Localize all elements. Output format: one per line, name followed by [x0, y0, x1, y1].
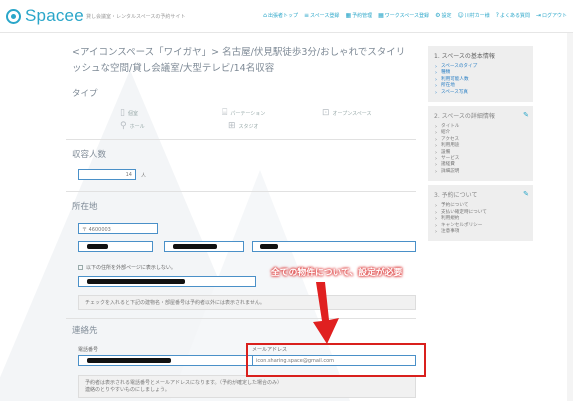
- type-option-hall[interactable]: ⚲ ホール: [120, 121, 145, 131]
- sidebar-step-2[interactable]: 2. スペースの詳細情報✎タイトル紹介アクセス利用用途設備サービス諸経費詳細説明: [428, 106, 533, 182]
- pencil-icon[interactable]: ✎: [523, 190, 529, 198]
- type-heading: タイプ: [72, 89, 98, 99]
- redacted-text: [173, 244, 217, 249]
- home-icon: ⌂: [263, 12, 267, 19]
- nav-label: 設定: [441, 13, 452, 19]
- address-note: チェックを入れると下記の建物名・部屋番号は予約者以外には表示されません。: [78, 295, 416, 310]
- redacted-text: [87, 279, 185, 284]
- nav-label: ワークスペース登録: [384, 13, 430, 19]
- sidebar-step-3[interactable]: 3. 予約について✎予約について支払い確定時について利用規約キャンセルポリシー注…: [428, 185, 533, 242]
- partition-icon: ⌸: [222, 108, 228, 118]
- hide-address-checkbox-row[interactable]: 以下の住所を外部ページに表示しない。: [78, 264, 176, 271]
- annotation-arrow: [313, 282, 339, 344]
- highlight-box: [246, 343, 426, 377]
- hall-icon: ⚲: [120, 121, 127, 131]
- nav-item[interactable]: ⌂ 出張者トップ: [263, 12, 298, 19]
- type-option-studio[interactable]: ⊞ スタジオ: [228, 121, 259, 131]
- list-icon: ≡: [304, 12, 310, 19]
- contact-heading: 連絡先: [72, 326, 98, 336]
- scrollbar[interactable]: [567, 33, 573, 401]
- nav-item[interactable]: ⚙ 設定: [435, 12, 451, 19]
- progress-sidebar: 1. スペースの基本情報スペースのタイプ種類利用可能人数所在地スペース写真 2. …: [428, 46, 533, 245]
- open-space-icon: ⊡: [322, 108, 330, 118]
- nav-item[interactable]: ≡ スペース登録: [304, 12, 339, 19]
- capacity-heading: 収容人数: [72, 150, 107, 160]
- capacity-input[interactable]: 14: [78, 169, 136, 180]
- redacted-text: [87, 358, 171, 363]
- nav-label: 予約管理: [352, 13, 373, 19]
- capacity-unit: 人: [141, 173, 147, 179]
- site-header: Spacee 貸し会議室・レンタルスペースの予約サイト ⌂ 出張者トップ ≡ スペース…: [0, 0, 573, 33]
- contact-note: 予約者は表示される電話番号とメールアドレスになります。（予約が確定した場合のみ）…: [78, 375, 416, 398]
- nav-label: 川村カー様: [464, 13, 490, 19]
- type-option-partition[interactable]: ⌸ パーテーション: [222, 108, 265, 118]
- nav-item[interactable]: ▦ ワークスペース登録: [378, 12, 429, 19]
- sidebar-item[interactable]: 詳細説明: [434, 169, 527, 176]
- spacee-logo-icon[interactable]: [6, 9, 21, 24]
- nav-item[interactable]: ⇥ ログアウト: [536, 12, 567, 19]
- sidebar-item[interactable]: 注意事項: [434, 229, 527, 236]
- sidebar-step-heading: 3. 予約について: [434, 192, 478, 200]
- divider: [66, 318, 416, 319]
- header-nav: ⌂ 出張者トップ ≡ スペース登録 ▦ 予約管理 ▦ ワークスペース登録 ⚙ 設定 ☺ 川村カー様? よ…: [263, 12, 567, 19]
- sidebar-step-heading: 2. スペースの詳細情報: [434, 113, 495, 121]
- question-icon: ?: [495, 12, 499, 19]
- hide-address-checkbox[interactable]: [78, 265, 83, 270]
- annotation-callout: 全ての物件について、設定が必要: [271, 268, 403, 278]
- gear-icon: ⚙: [435, 12, 441, 19]
- divider: [66, 191, 416, 192]
- nav-item[interactable]: ☺ 川村カー様: [457, 12, 489, 19]
- nav-label: スペース登録: [310, 13, 340, 19]
- divider: [66, 139, 416, 140]
- address-heading: 所在地: [72, 202, 98, 212]
- type-option-private-room[interactable]: ▯ 個室: [120, 108, 138, 118]
- nav-label: よくある質問: [499, 13, 530, 19]
- door-icon: ▯: [120, 108, 125, 118]
- sidebar-step-1[interactable]: 1. スペースの基本情報スペースのタイプ種類利用可能人数所在地スペース写真: [428, 46, 533, 103]
- nav-item[interactable]: ▦ 予約管理: [345, 12, 372, 19]
- user-icon: ☺: [457, 12, 464, 19]
- redacted-text: [260, 244, 278, 249]
- tagline: 貸し会議室・レンタルスペースの予約サイト: [86, 14, 186, 20]
- nav-item[interactable]: ? よくある質問: [496, 12, 530, 19]
- redacted-text: [87, 244, 108, 249]
- sidebar-item[interactable]: スペース写真: [434, 90, 527, 97]
- phone-label: 電話番号: [78, 347, 99, 353]
- calendar-icon: ▦: [378, 12, 384, 19]
- logo-text[interactable]: Spacee: [25, 6, 84, 26]
- type-option-open-space[interactable]: ⊡ オープンスペース: [322, 108, 372, 118]
- calendar-icon: ▦: [345, 12, 352, 19]
- nav-label: ログアウト: [541, 13, 567, 19]
- postal-code-input[interactable]: 〒 4600003: [78, 223, 158, 234]
- logout-icon: ⇥: [535, 12, 541, 19]
- page-title: <アイコンスペース「ワイガヤ」> 名古屋/伏見駅徒歩3分/おしゃれでスタイリッシ…: [72, 47, 406, 74]
- studio-icon: ⊞: [228, 121, 236, 131]
- nav-label: 出張者トップ: [267, 13, 298, 19]
- sidebar-step-heading: 1. スペースの基本情報: [434, 53, 495, 60]
- pencil-icon[interactable]: ✎: [523, 111, 529, 119]
